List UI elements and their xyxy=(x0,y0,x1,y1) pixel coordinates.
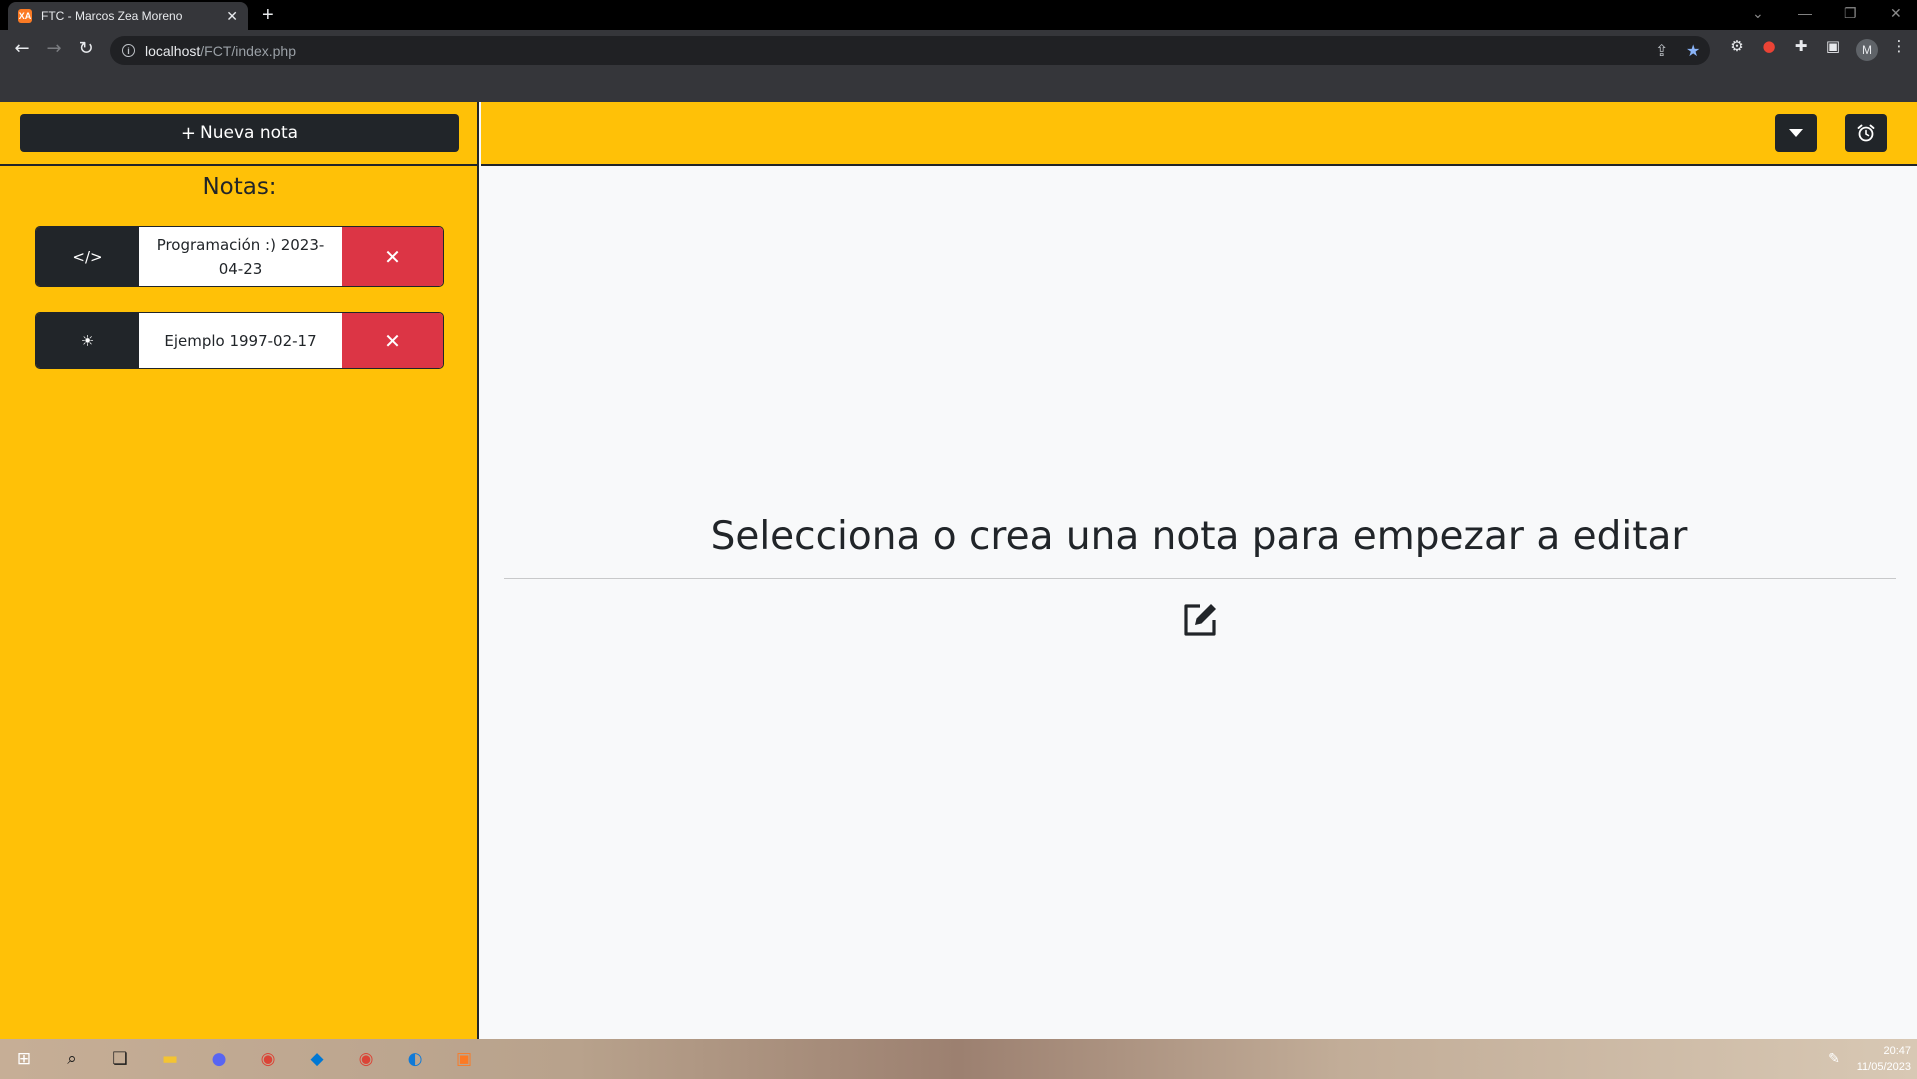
new-tab-button[interactable]: + xyxy=(262,4,274,27)
note-title[interactable]: Programación :) 2023-04-23 xyxy=(139,227,342,286)
minimize-icon[interactable]: — xyxy=(1798,5,1812,21)
plus-icon: + xyxy=(180,122,196,144)
pen-icon[interactable]: ✎ xyxy=(1822,1047,1846,1071)
address-bar[interactable]: i localhost/FCT/index.php ⇪ ★ xyxy=(110,36,1710,65)
edge-icon[interactable]: ◐ xyxy=(403,1047,427,1071)
settings-extension-icon[interactable]: ⚙ xyxy=(1727,37,1747,55)
alarm-button[interactable] xyxy=(1845,114,1887,152)
code-icon[interactable]: </> xyxy=(36,227,139,286)
browser-tab[interactable]: XA FTC - Marcos Zea Moreno ✕ xyxy=(8,2,248,30)
xampp-favicon-icon: XA xyxy=(18,9,32,23)
chrome-icon[interactable]: ◉ xyxy=(256,1047,280,1071)
task-view-icon[interactable]: ❏ xyxy=(108,1047,132,1071)
window-close-icon[interactable]: ✕ xyxy=(1890,5,1902,22)
empty-state-divider xyxy=(504,578,1896,579)
site-info-icon[interactable]: i xyxy=(122,44,135,57)
url-path: /FCT/index.php xyxy=(200,42,296,59)
xampp-icon[interactable]: ▣ xyxy=(452,1047,476,1071)
dropdown-button[interactable] xyxy=(1775,114,1817,152)
edit-note-icon xyxy=(1184,604,1216,636)
sun-icon[interactable]: ☀ xyxy=(36,313,139,368)
bookmark-star-icon[interactable]: ★ xyxy=(1686,41,1700,61)
sidebar-divider xyxy=(0,164,479,166)
delete-note-button[interactable]: ✕ xyxy=(342,313,443,368)
note-item[interactable]: ☀ Ejemplo 1997-02-17 ✕ xyxy=(35,312,444,369)
url-host: localhost xyxy=(145,42,201,59)
system-clock[interactable]: 20:47 11/05/2023 xyxy=(1857,1043,1911,1075)
vscode-icon[interactable]: ◆ xyxy=(305,1047,329,1071)
adblock-extension-icon[interactable]: ● xyxy=(1759,37,1779,55)
browser-tab-strip: XA FTC - Marcos Zea Moreno ✕ + ⌄ — ❐ ✕ xyxy=(0,0,1917,30)
clock-date: 11/05/2023 xyxy=(1856,1061,1911,1073)
notes-heading: Notas: xyxy=(202,174,277,200)
tab-close-icon[interactable]: ✕ xyxy=(226,8,238,25)
side-panel-icon[interactable]: ▣ xyxy=(1823,37,1843,55)
chrome-profile-icon[interactable]: ◉ xyxy=(354,1047,378,1071)
restore-icon[interactable]: ❐ xyxy=(1844,5,1857,22)
forward-arrow-icon[interactable]: → xyxy=(42,38,66,59)
caret-down-icon xyxy=(1789,129,1803,137)
new-note-button[interactable]: + Nueva nota xyxy=(20,114,459,152)
notes-app: + Nueva nota Notas: </> Programación :) … xyxy=(0,102,1917,1039)
back-arrow-icon[interactable]: ← xyxy=(10,38,34,59)
tab-search-icon[interactable]: ⌄ xyxy=(1752,5,1764,22)
share-icon[interactable]: ⇪ xyxy=(1655,41,1668,61)
alarm-clock-icon xyxy=(1857,124,1875,142)
profile-avatar[interactable]: M xyxy=(1856,39,1878,61)
extensions-puzzle-icon[interactable]: ✚ xyxy=(1791,37,1811,55)
delete-note-button[interactable]: ✕ xyxy=(342,227,443,286)
os-taskbar: ⊞ ⌕ ❏ ▬ ● ◉ ◆ ◉ ◐ ▣ ✎ 20:47 11/05/2023 xyxy=(0,1039,1917,1079)
note-item[interactable]: </> Programación :) 2023-04-23 ✕ xyxy=(35,226,444,287)
browser-menu-icon[interactable]: ⋮ xyxy=(1889,37,1909,55)
empty-state-message: Selecciona o crea una nota para empezar … xyxy=(710,514,1688,559)
file-explorer-icon[interactable]: ▬ xyxy=(158,1047,182,1071)
bookmark-strip xyxy=(0,71,1917,102)
search-icon[interactable]: ⌕ xyxy=(60,1047,84,1071)
windows-start-icon[interactable]: ⊞ xyxy=(12,1047,36,1071)
tab-title: FTC - Marcos Zea Moreno xyxy=(41,9,183,23)
note-title[interactable]: Ejemplo 1997-02-17 xyxy=(139,313,342,368)
reload-icon[interactable]: ↻ xyxy=(74,38,98,59)
sidebar: + Nueva nota Notas: </> Programación :) … xyxy=(0,102,479,1039)
top-bar-divider xyxy=(481,164,1917,166)
clock-time: 20:47 xyxy=(1883,1045,1911,1057)
new-note-label: Nueva nota xyxy=(200,123,299,143)
browser-toolbar: ← → ↻ i localhost/FCT/index.php ⇪ ★ xyxy=(0,30,1917,71)
top-bar xyxy=(481,102,1917,164)
discord-icon[interactable]: ● xyxy=(207,1047,231,1071)
